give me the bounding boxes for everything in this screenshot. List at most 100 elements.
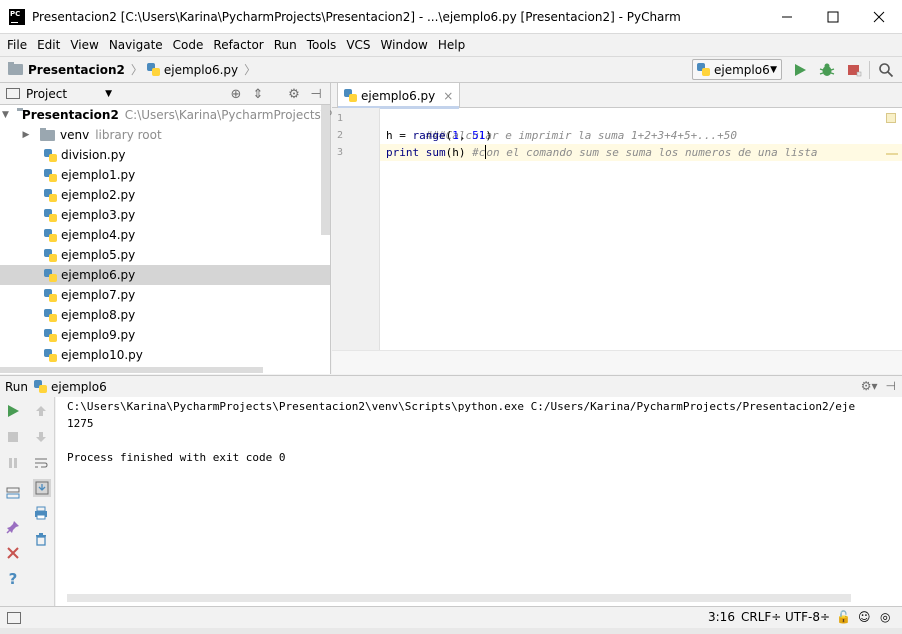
menu-tools[interactable]: Tools	[302, 35, 342, 56]
tree-file-row[interactable]: ejemplo3.py	[0, 205, 330, 225]
menu-edit[interactable]: Edit	[32, 35, 65, 56]
tree-file-row[interactable]: ejemplo9.py	[0, 325, 330, 345]
locate-file-icon[interactable]: ⊕	[228, 86, 244, 102]
tree-file-label: ejemplo8.py	[61, 308, 136, 322]
tree-file-row[interactable]: ejemplo1.py	[0, 165, 330, 185]
layout-button[interactable]	[5, 485, 21, 501]
tree-file-row[interactable]: ejemplo5.py	[0, 245, 330, 265]
rerun-button[interactable]	[5, 403, 21, 419]
minimize-icon	[782, 16, 792, 18]
chevron-down-icon[interactable]: ▼	[105, 89, 112, 99]
settings-gear-icon[interactable]: ⚙	[286, 86, 302, 102]
run-button[interactable]	[791, 61, 809, 79]
python-file-icon	[34, 380, 48, 393]
layout-icon	[6, 487, 20, 499]
file-encoding[interactable]: UTF-8÷	[785, 610, 830, 624]
code-number: 51	[472, 129, 486, 142]
breadcrumb-file-label: ejemplo6.py	[163, 62, 239, 77]
tree-root-row[interactable]: ▼ Presentacion2 C:\Users\Karina\PycharmP…	[0, 105, 358, 125]
tree-file-row[interactable]: ejemplo2.py	[0, 185, 330, 205]
project-vertical-scrollbar[interactable]	[321, 105, 330, 235]
stop-icon	[8, 432, 18, 442]
debug-button[interactable]	[818, 61, 836, 79]
tree-file-label: ejemplo2.py	[61, 188, 136, 202]
cursor-position[interactable]: 3:16	[708, 610, 735, 624]
arrow-up-icon	[36, 406, 46, 416]
run-console[interactable]: C:\Users\Karina\PycharmProjects\Presenta…	[56, 397, 902, 606]
pause-button[interactable]	[5, 455, 21, 471]
menu-run[interactable]: Run	[269, 35, 302, 56]
pin-icon	[6, 521, 19, 534]
menu-refactor[interactable]: Refactor	[208, 35, 268, 56]
run-config-tab[interactable]: ejemplo6	[51, 380, 107, 394]
scroll-up-button[interactable]	[33, 403, 49, 419]
pin-tab-button[interactable]	[5, 519, 21, 535]
tree-venv-row[interactable]: ▶ venv library root	[0, 125, 330, 145]
breadcrumb-project-label: Presentacion2	[28, 62, 125, 77]
bug-icon	[819, 63, 835, 76]
line-number-gutter: 1 2 3	[332, 108, 380, 350]
code-keyword: print	[386, 146, 426, 159]
lock-icon[interactable]: 🔓	[836, 610, 851, 624]
inspection-status-icon[interactable]	[886, 113, 896, 123]
close-window-button[interactable]	[856, 0, 902, 34]
code-number: 1	[452, 129, 459, 142]
event-log-icon[interactable]: ◎	[880, 610, 890, 624]
print-button[interactable]	[33, 505, 49, 521]
chevron-down-icon[interactable]: ▼	[2, 110, 9, 120]
editor-tab-label: ejemplo6.py	[361, 88, 436, 103]
close-tab-icon[interactable]: ×	[443, 89, 453, 103]
menu-vcs[interactable]: VCS	[341, 35, 375, 56]
tree-file-label: ejemplo5.py	[61, 248, 136, 262]
menu-code[interactable]: Code	[168, 35, 209, 56]
tree-file-row[interactable]: ejemplo10.py	[0, 345, 330, 365]
line-number: 2	[337, 130, 344, 141]
breadcrumb-project[interactable]: Presentacion2	[8, 62, 125, 77]
title-bar: Presentacion2 [C:\Users\Karina\PycharmPr…	[0, 0, 902, 34]
minimize-button[interactable]	[764, 0, 810, 34]
scroll-down-button[interactable]	[33, 429, 49, 445]
console-line: 1275	[67, 417, 94, 430]
maximize-button[interactable]	[810, 0, 856, 34]
search-everywhere-button[interactable]	[877, 61, 895, 79]
soft-wrap-button[interactable]	[33, 455, 49, 471]
code-comment: #c	[472, 146, 486, 159]
tree-file-row[interactable]: ejemplo4.py	[0, 225, 330, 245]
inspector-icon[interactable]: ☺	[858, 610, 871, 624]
hide-panel-icon[interactable]: ⊣	[308, 86, 324, 102]
hide-panel-icon[interactable]: ⊣	[886, 379, 896, 393]
line-separator[interactable]: CRLF÷	[741, 610, 781, 624]
error-stripe-marker[interactable]	[886, 153, 898, 155]
console-horizontal-scrollbar[interactable]	[67, 594, 851, 602]
tree-file-row[interactable]: ejemplo7.py	[0, 285, 330, 305]
play-icon	[8, 405, 19, 417]
tree-file-label: ejemplo9.py	[61, 328, 136, 342]
run-configuration-select[interactable]: ejemplo6 ▼	[692, 59, 782, 80]
menu-view[interactable]: View	[65, 35, 103, 56]
close-run-button[interactable]	[5, 545, 21, 561]
project-horizontal-scrollbar[interactable]	[0, 367, 263, 373]
tree-file-row[interactable]: division.py	[0, 145, 330, 165]
collapse-all-icon[interactable]: ⇕	[250, 86, 266, 102]
run-coverage-button[interactable]	[845, 61, 863, 79]
python-file-icon	[697, 63, 710, 76]
help-icon[interactable]: ?	[5, 570, 21, 588]
code-area[interactable]: ###Calcular e imprimir la suma 1+2+3+4+5…	[380, 108, 902, 350]
menu-file[interactable]: File	[2, 35, 32, 56]
breadcrumb-file[interactable]: ejemplo6.py 〉	[146, 61, 260, 78]
tree-file-row[interactable]: ejemplo8.py	[0, 305, 330, 325]
menu-navigate[interactable]: Navigate	[104, 35, 168, 56]
tree-file-label: ejemplo7.py	[61, 288, 136, 302]
settings-gear-icon[interactable]: ⚙▾	[861, 379, 878, 393]
run-tool-window-header: Run ejemplo6 ⚙▾ ⊣	[0, 375, 902, 397]
editor-tab[interactable]: ejemplo6.py ×	[337, 83, 461, 109]
menu-help[interactable]: Help	[433, 35, 470, 56]
chevron-right-icon[interactable]: ▶	[20, 130, 32, 140]
stop-button[interactable]	[5, 429, 21, 445]
project-panel-title[interactable]: Project	[26, 87, 67, 101]
scroll-to-end-button[interactable]	[33, 479, 51, 497]
tree-file-row-selected[interactable]: ejemplo6.py	[0, 265, 330, 285]
toggle-tool-windows-icon[interactable]	[7, 612, 21, 624]
clear-all-button[interactable]	[33, 531, 49, 547]
menu-window[interactable]: Window	[376, 35, 433, 56]
